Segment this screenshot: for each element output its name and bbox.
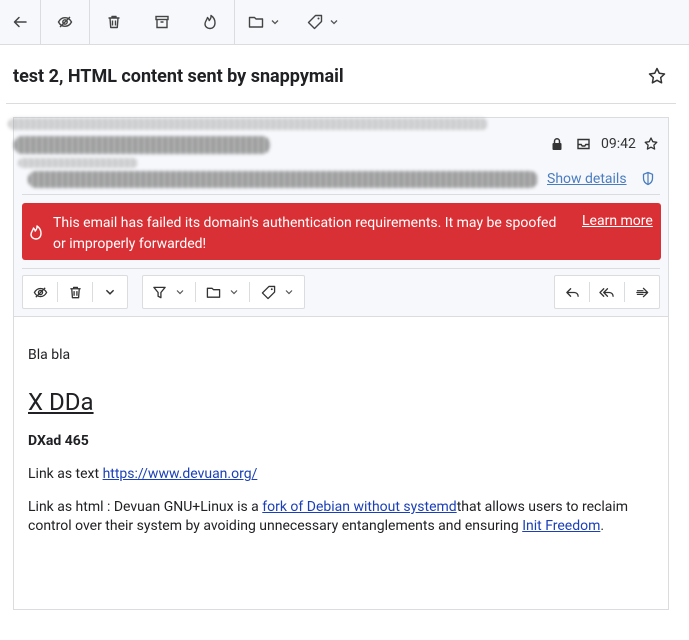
trash-icon — [68, 285, 83, 300]
mark-unread-button[interactable] — [23, 276, 57, 308]
forward-button[interactable] — [625, 276, 659, 308]
tag-dropdown[interactable] — [250, 276, 304, 308]
chevron-down-icon — [229, 287, 239, 297]
eye-slash-icon — [33, 285, 48, 300]
chevron-down-icon — [329, 17, 339, 27]
filter-icon — [152, 285, 167, 300]
back-arrow-icon — [12, 14, 28, 30]
eye-slash-icon — [57, 14, 73, 30]
spam-button[interactable] — [186, 0, 234, 45]
filter-dropdown[interactable] — [143, 276, 195, 308]
top-toolbar — [0, 0, 689, 45]
html-text-end: . — [600, 518, 605, 534]
message-actions-group — [22, 275, 128, 309]
message-panel: 09:42 Show details This email has failed… — [8, 117, 669, 610]
folder-icon — [248, 14, 264, 30]
redacted-sender-halo — [8, 118, 488, 130]
chevron-down-icon — [175, 287, 185, 297]
reply-group — [554, 275, 660, 309]
delete-button[interactable] — [58, 276, 92, 308]
forward-icon — [635, 285, 650, 300]
trash-icon — [106, 14, 122, 30]
chevron-down-icon — [270, 17, 280, 27]
message-header: 09:42 Show details This email has failed… — [8, 118, 668, 317]
divider — [22, 268, 660, 269]
tag-icon — [307, 14, 323, 30]
flame-icon — [29, 224, 43, 240]
delete-button[interactable] — [90, 0, 138, 45]
body-bold-text: DXad 465 — [28, 433, 89, 449]
reply-all-icon — [599, 285, 615, 300]
reply-all-button[interactable] — [590, 276, 624, 308]
message-subject: test 2, HTML content sent by snappymail — [13, 66, 344, 87]
tag-icon — [261, 285, 276, 300]
archive-button[interactable] — [138, 0, 186, 45]
mark-unread-button[interactable] — [41, 0, 89, 45]
lock-icon — [550, 137, 564, 151]
shield-icon[interactable] — [641, 171, 655, 186]
reply-button[interactable] — [555, 276, 589, 308]
message-time: 09:42 — [601, 136, 636, 152]
subject-bar: test 2, HTML content sent by snappymail — [6, 46, 676, 104]
link-as-text-label: Link as text — [28, 466, 103, 482]
html-text-prefix: Link as html : Devuan GNU+Linux is a — [28, 499, 263, 515]
redacted-recipient-halo — [18, 158, 138, 168]
fork-of-debian-link[interactable]: fork of Debian without systemd — [262, 499, 456, 515]
message-body: Bla bla X DDa DXad 465 Link as text http… — [28, 346, 658, 536]
star-icon[interactable] — [644, 137, 658, 151]
message-meta: 09:42 — [550, 136, 658, 152]
alert-message: This email has failed its domain's authe… — [53, 215, 557, 252]
show-details-link[interactable]: Show details — [547, 171, 627, 187]
archive-icon — [154, 14, 170, 30]
devuan-url-link[interactable]: https://www.devuan.org/ — [103, 466, 258, 482]
learn-more-link[interactable]: Learn more — [582, 213, 653, 229]
body-heading: X DDa — [28, 388, 94, 416]
init-freedom-link[interactable]: Init Freedom — [522, 518, 600, 534]
move-to-folder-dropdown[interactable] — [235, 0, 293, 45]
spoof-warning-alert: This email has failed its domain's authe… — [22, 203, 661, 260]
chevron-down-icon — [104, 286, 116, 298]
link-as-text-paragraph: Link as text https://www.devuan.org/ — [28, 465, 658, 484]
redacted-recipient — [28, 171, 538, 188]
star-icon[interactable] — [648, 67, 666, 85]
link-as-html-paragraph: Link as html : Devuan GNU+Linux is a for… — [28, 498, 658, 536]
redacted-sender — [14, 136, 270, 154]
inbox-icon — [576, 137, 591, 151]
move-to-folder-dropdown[interactable] — [196, 276, 250, 308]
tag-dropdown[interactable] — [293, 0, 353, 45]
filter-move-tag-group — [142, 275, 305, 309]
divider — [22, 194, 660, 195]
flame-icon — [202, 14, 218, 30]
body-paragraph: Bla bla — [28, 347, 71, 363]
folder-icon — [206, 285, 221, 300]
back-button[interactable] — [0, 0, 40, 45]
reply-icon — [565, 285, 580, 300]
chevron-down-icon — [284, 287, 294, 297]
more-actions-dropdown[interactable] — [93, 276, 127, 308]
